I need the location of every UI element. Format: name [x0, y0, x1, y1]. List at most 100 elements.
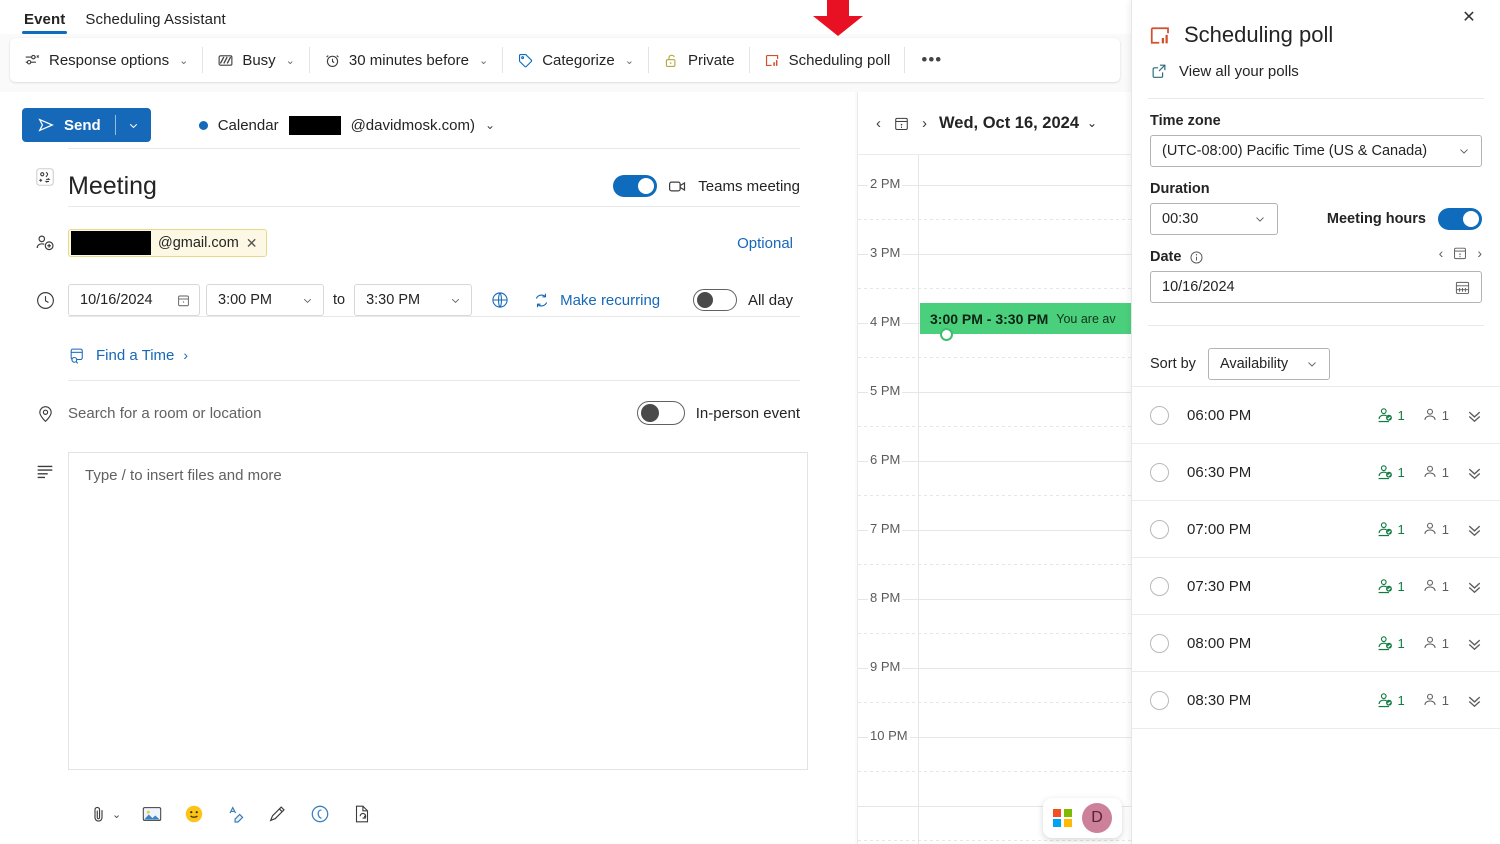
- slot-radio[interactable]: [1150, 405, 1169, 425]
- find-a-time-button[interactable]: Find a Time ›: [68, 346, 188, 365]
- slot-expand-button[interactable]: [1465, 691, 1484, 710]
- all-day-toggle[interactable]: [692, 289, 737, 311]
- send-button[interactable]: Send: [22, 108, 151, 142]
- categorize-button[interactable]: Categorize ⌄: [503, 38, 648, 82]
- make-recurring-button[interactable]: Make recurring: [532, 291, 660, 310]
- slot-radio[interactable]: [1150, 576, 1169, 596]
- tab-event[interactable]: Event: [14, 11, 75, 34]
- calendar-icon[interactable]: [1454, 279, 1471, 296]
- end-time-field[interactable]: 3:30 PM: [354, 284, 473, 316]
- outlook-event-compose-window: Event Scheduling Assistant Response opti…: [0, 0, 1500, 844]
- slot-radio[interactable]: [1150, 519, 1169, 539]
- slot-expand-button[interactable]: [1465, 520, 1484, 539]
- teams-meeting-control: Teams meeting: [613, 175, 800, 197]
- calendar-hour-row: 2 PM: [858, 176, 1132, 254]
- divider: [68, 148, 800, 149]
- response-options-button[interactable]: Response options ⌄: [10, 38, 202, 82]
- busy-status-button[interactable]: Busy ⌄: [203, 38, 309, 82]
- duration-label: Duration: [1150, 181, 1210, 197]
- optional-attendees-button[interactable]: Optional: [737, 235, 793, 252]
- poll-date-next-button[interactable]: ›: [1477, 245, 1482, 261]
- loop-component-button[interactable]: [309, 803, 331, 825]
- poll-date-field[interactable]: 10/16/2024: [1150, 271, 1482, 303]
- location-input[interactable]: Search for a room or location: [68, 405, 261, 422]
- timezone-select[interactable]: (UTC-08:00) Pacific Time (US & Canada): [1150, 135, 1482, 167]
- redacted-account-name: [288, 115, 341, 135]
- person-available-icon: [1376, 520, 1395, 539]
- document-button[interactable]: [351, 803, 373, 825]
- time-slot-row[interactable]: 06:30 PM 1 1: [1132, 444, 1500, 501]
- in-person-toggle[interactable]: [636, 401, 685, 425]
- time-slot-row[interactable]: 06:00 PM 1 1: [1132, 387, 1500, 444]
- calendar-icon[interactable]: [176, 293, 191, 308]
- teams-meeting-toggle[interactable]: [613, 175, 658, 197]
- slot-radio[interactable]: [1150, 690, 1169, 710]
- available-count: 1: [1376, 691, 1405, 710]
- calendar-prev-button[interactable]: ‹: [876, 115, 881, 132]
- view-all-polls-link[interactable]: View all your polls: [1132, 48, 1500, 80]
- chevron-down-icon: [1457, 144, 1471, 158]
- attendees-row: @gmail.com ✕ Optional: [0, 214, 855, 272]
- start-time-field[interactable]: 3:00 PM: [206, 284, 324, 316]
- time-slot-row[interactable]: 07:30 PM 1 1: [1132, 558, 1500, 615]
- start-date-field[interactable]: 10/16/2024: [68, 284, 200, 316]
- event-title[interactable]: Meeting: [68, 172, 157, 201]
- tab-scheduling-assistant[interactable]: Scheduling Assistant: [75, 11, 235, 34]
- hour-label: 7 PM: [868, 521, 903, 536]
- slot-expand-button[interactable]: [1465, 577, 1484, 596]
- attach-file-button[interactable]: ⌄: [88, 804, 121, 825]
- slot-radio[interactable]: [1150, 633, 1169, 653]
- ribbon-overflow-button[interactable]: •••: [905, 50, 958, 70]
- calendar-next-button[interactable]: ›: [922, 115, 927, 132]
- duration-select[interactable]: 00:30: [1150, 203, 1278, 235]
- person-available-icon: [1376, 577, 1395, 596]
- slot-expand-button[interactable]: [1465, 634, 1484, 653]
- sort-by-select[interactable]: Availability: [1207, 348, 1330, 380]
- poll-date-prev-button[interactable]: ‹: [1439, 245, 1444, 261]
- hour-label: 5 PM: [868, 383, 903, 398]
- open-external-icon: [1150, 62, 1168, 80]
- start-time-value: 3:00 PM: [218, 292, 272, 308]
- calendar-day-grid[interactable]: 2 PM 3 PM 4 PM 5 PM 6 PM 7 PM 8 PM 9 PM …: [858, 154, 1132, 844]
- close-icon[interactable]: ✕: [1454, 2, 1484, 32]
- calendar-picker[interactable]: Calendar @davidmosk.com) ⌄: [198, 115, 495, 135]
- info-icon[interactable]: [1189, 250, 1204, 265]
- slot-time: 08:00 PM: [1187, 634, 1252, 652]
- time-slot-row[interactable]: 08:00 PM 1 1: [1132, 615, 1500, 672]
- scheduling-poll-panel: ✕ Scheduling poll View all your polls Ti…: [1131, 0, 1500, 844]
- slot-expand-button[interactable]: [1465, 463, 1484, 482]
- to-label: to: [333, 292, 346, 308]
- send-options-button[interactable]: [116, 119, 151, 132]
- attendee-chip[interactable]: @gmail.com ✕: [68, 229, 267, 257]
- avatar[interactable]: D: [1082, 803, 1112, 833]
- ribbon-toolbar: Response options ⌄ Busy ⌄ 30 minutes bef…: [10, 38, 1120, 82]
- scheduling-poll-label: Scheduling poll: [788, 51, 891, 69]
- calendar-day-icon[interactable]: [1452, 245, 1468, 261]
- text-styles-button[interactable]: [225, 803, 247, 825]
- location-icon: [22, 403, 68, 424]
- reminder-button[interactable]: 30 minutes before ⌄: [310, 38, 502, 82]
- loop-component-icon: [309, 803, 331, 825]
- send-button-main[interactable]: Send: [22, 116, 115, 134]
- time-slot-row[interactable]: 08:30 PM 1 1: [1132, 672, 1500, 729]
- private-button[interactable]: Private: [649, 38, 749, 82]
- available-count: 1: [1376, 406, 1405, 425]
- emoji-button[interactable]: [183, 803, 205, 825]
- scheduling-poll-button[interactable]: Scheduling poll: [750, 38, 905, 82]
- event-resize-handle[interactable]: [940, 328, 953, 341]
- calendar-event-block[interactable]: 3:00 PM - 3:30 PM You are av: [920, 303, 1132, 334]
- timezone-icon[interactable]: [490, 290, 510, 310]
- chevron-down-icon[interactable]: ⌄: [112, 808, 121, 821]
- clock-icon: [22, 290, 68, 311]
- remove-attendee-icon[interactable]: ✕: [246, 235, 258, 252]
- calendar-date-picker[interactable]: Wed, Oct 16, 2024 ⌄: [939, 114, 1097, 133]
- calendar-day-icon[interactable]: [893, 115, 910, 132]
- time-slot-row[interactable]: 07:00 PM 1 1: [1132, 501, 1500, 558]
- slot-radio[interactable]: [1150, 462, 1169, 482]
- insert-picture-button[interactable]: [141, 803, 163, 825]
- chevron-down-icon: [301, 294, 314, 307]
- slot-expand-button[interactable]: [1465, 406, 1484, 425]
- body-editor[interactable]: Type / to insert files and more: [68, 452, 808, 770]
- meeting-hours-toggle[interactable]: [1438, 208, 1482, 230]
- draw-button[interactable]: [267, 803, 289, 825]
